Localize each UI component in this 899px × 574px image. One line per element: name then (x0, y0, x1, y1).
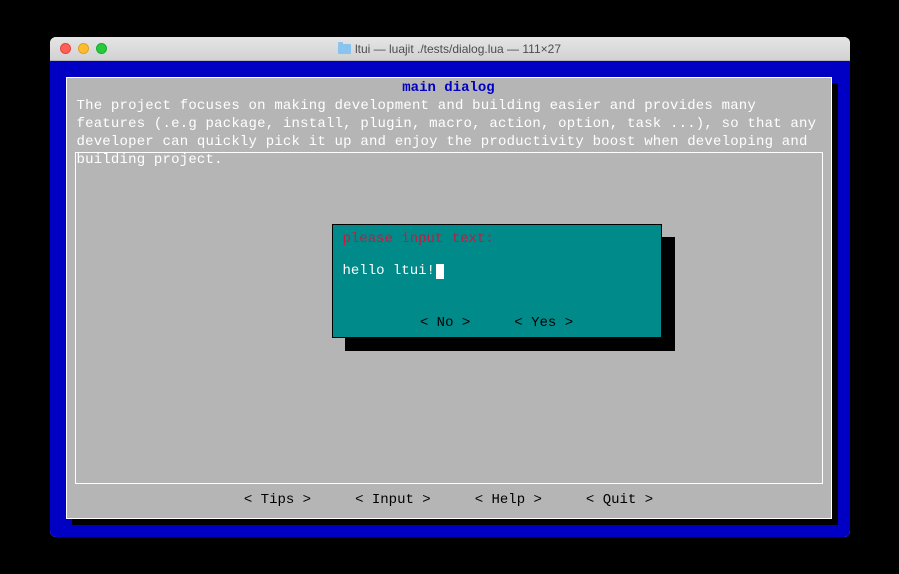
no-button[interactable]: < No > (420, 315, 470, 331)
titlebar: ltui — luajit ./tests/dialog.lua — 111×2… (50, 37, 850, 61)
cursor-icon (436, 264, 444, 279)
input-field[interactable]: hello ltui! (343, 263, 651, 279)
close-icon[interactable] (60, 43, 71, 54)
input-dialog: please input text: hello ltui! < No > < … (332, 224, 662, 338)
input-prompt: please input text: (343, 231, 651, 247)
folder-icon (338, 44, 351, 54)
maximize-icon[interactable] (96, 43, 107, 54)
help-button[interactable]: < Help > (475, 492, 542, 508)
input-value-text: hello ltui! (343, 263, 435, 279)
macos-window: ltui — luajit ./tests/dialog.lua — 111×2… (50, 37, 850, 537)
main-dialog-buttons: < Tips > < Input > < Help > < Quit > (67, 492, 831, 508)
minimize-icon[interactable] (78, 43, 89, 54)
yes-button[interactable]: < Yes > (514, 315, 573, 331)
window-title: ltui — luajit ./tests/dialog.lua — 111×2… (50, 42, 850, 56)
terminal: main dialog The project focuses on makin… (50, 61, 850, 537)
tips-button[interactable]: < Tips > (244, 492, 311, 508)
quit-button[interactable]: < Quit > (586, 492, 653, 508)
window-title-text: ltui — luajit ./tests/dialog.lua — 111×2… (355, 42, 561, 56)
traffic-lights (50, 43, 107, 54)
main-dialog-title: main dialog (77, 80, 821, 97)
input-dialog-buttons: < No > < Yes > (333, 315, 661, 331)
input-button[interactable]: < Input > (355, 492, 431, 508)
